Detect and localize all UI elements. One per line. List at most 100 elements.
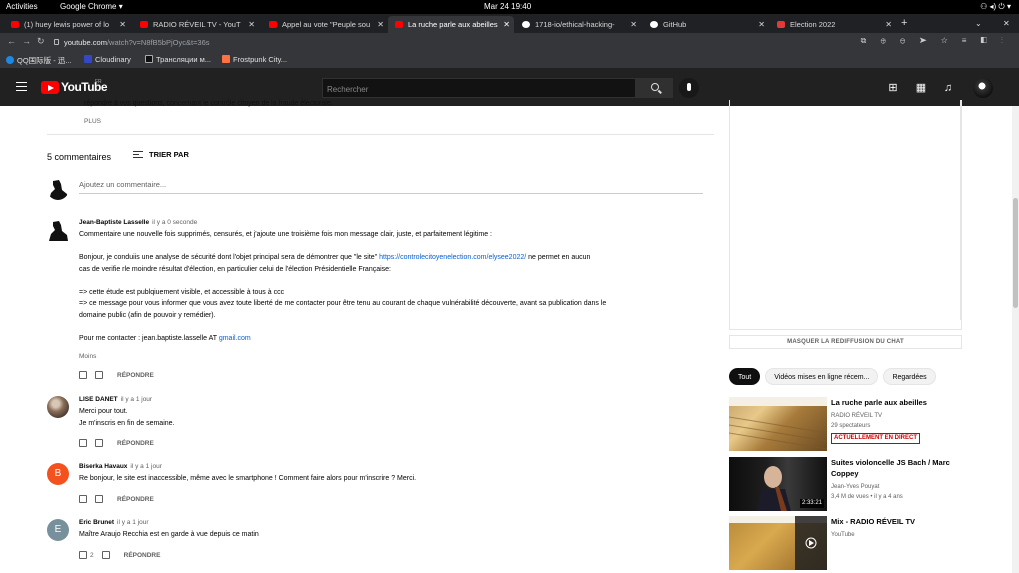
- dislike-icon[interactable]: [95, 439, 103, 447]
- close-icon[interactable]: ✕: [503, 16, 510, 33]
- dislike-icon[interactable]: [101, 551, 110, 559]
- browser-tab[interactable]: Election 2022 ✕: [770, 16, 896, 33]
- clock[interactable]: Mar 24 19:40: [484, 0, 531, 14]
- show-less-button[interactable]: Moins: [79, 353, 96, 360]
- search-icon: [651, 83, 659, 91]
- browser-tab[interactable]: GitHub ✕: [643, 16, 769, 33]
- like-icon[interactable]: [79, 371, 87, 379]
- address-input[interactable]: youtube.com/watch?v=N8fB5bPjOyc&t=36s: [64, 38, 210, 47]
- comment-author[interactable]: LISE DANET: [79, 396, 118, 403]
- close-icon[interactable]: ✕: [885, 16, 892, 33]
- browser-tab[interactable]: RADIO RÉVEIL TV - YouT ✕: [133, 16, 259, 33]
- tv-icon: [145, 55, 153, 63]
- back-icon[interactable]: ←: [7, 36, 16, 46]
- video-title[interactable]: Mix - RADIO RÉVEIL TV: [831, 516, 951, 527]
- search-box[interactable]: [322, 78, 636, 99]
- chip-recent[interactable]: Vidéos mises en ligne récem...: [765, 368, 879, 385]
- browser-tab[interactable]: Appel au vote "Peuple sou ✕: [262, 16, 388, 33]
- like-icon[interactable]: [79, 551, 87, 559]
- video-thumbnail[interactable]: [729, 516, 827, 570]
- bookmark[interactable]: Cloudinary: [84, 55, 131, 64]
- comment-avatar[interactable]: B: [47, 463, 69, 485]
- app-menu[interactable]: Google Chrome ▾: [60, 0, 123, 14]
- like-icon[interactable]: [79, 439, 87, 447]
- hide-chat-button[interactable]: MASQUER LA REDIFFUSION DU CHAT: [729, 335, 962, 349]
- dislike-icon[interactable]: [95, 495, 103, 503]
- reply-button[interactable]: RÉPONDRE: [124, 552, 161, 559]
- github-icon: [522, 21, 530, 28]
- dislike-icon[interactable]: [95, 371, 103, 379]
- video-thumbnail[interactable]: 2:33:21: [729, 457, 827, 511]
- channel-name[interactable]: RADIO RÉVEIL TV: [831, 411, 882, 421]
- tab-search-icon[interactable]: ⌄: [975, 14, 982, 33]
- reply-button[interactable]: RÉPONDRE: [117, 440, 154, 447]
- comment-author[interactable]: Biserka Havaux: [79, 463, 127, 470]
- comment-avatar[interactable]: [47, 219, 69, 241]
- comment-time[interactable]: il y a 1 jour: [130, 463, 161, 470]
- bookmark[interactable]: Frostpunk City...: [222, 55, 287, 64]
- video-title[interactable]: Suites violoncelle JS Bach / Marc Coppey: [831, 457, 951, 479]
- reply-button[interactable]: RÉPONDRE: [117, 496, 154, 503]
- video-thumbnail[interactable]: [729, 397, 827, 451]
- comment-text: Maître Araujo Recchia est en garde à vue…: [79, 531, 259, 538]
- youtube-play-icon: [41, 81, 59, 94]
- election-icon: [777, 21, 785, 28]
- sidebar: MASQUER LA REDIFFUSION DU CHAT Tout Vidéo…: [729, 100, 1019, 573]
- close-icon[interactable]: ✕: [758, 16, 765, 33]
- bookmark[interactable]: Трансляции м...: [145, 55, 211, 64]
- close-icon[interactable]: ✕: [630, 16, 637, 33]
- browser-tab[interactable]: 1718-io/ethical-hacking- ✕: [515, 16, 641, 33]
- comment-avatar[interactable]: E: [47, 519, 69, 541]
- recommended-video[interactable]: Mix - RADIO RÉVEIL TV YouTube: [729, 516, 1019, 570]
- close-icon[interactable]: ✕: [377, 16, 384, 33]
- create-icon[interactable]: ⊞: [886, 81, 900, 95]
- apps-icon[interactable]: ▦: [914, 81, 928, 95]
- comment-author[interactable]: Jean-Baptiste Lasselle: [79, 219, 149, 226]
- scrollbar-thumb[interactable]: [1013, 198, 1018, 308]
- comment-link[interactable]: https://controlecitoyenelection.com/elys…: [379, 254, 526, 261]
- comment-time[interactable]: il y a 1 jour: [121, 396, 152, 403]
- like-icon[interactable]: [79, 495, 87, 503]
- recommended-video[interactable]: La ruche parle aux abeilles RADIO RÉVEIL…: [729, 397, 1019, 451]
- sort-button[interactable]: TRIER PAR: [133, 150, 189, 159]
- chip-all[interactable]: Tout: [729, 368, 761, 385]
- email-link[interactable]: gmail.com: [219, 335, 251, 342]
- search-button[interactable]: [636, 78, 673, 98]
- frostpunk-icon: [222, 55, 230, 63]
- comment-time[interactable]: il y a 1 jour: [117, 519, 148, 526]
- search-input[interactable]: [323, 80, 635, 99]
- comment-text: Merci pour tout. Je m'inscris en fin de …: [79, 408, 175, 427]
- tab-label: RADIO RÉVEIL TV - YouT: [153, 20, 241, 29]
- menu-icon[interactable]: [16, 82, 27, 91]
- page-scrollbar[interactable]: [1012, 106, 1019, 573]
- live-badge: ACTUELLEMENT EN DIRECT: [831, 433, 920, 444]
- bookmark[interactable]: QQ国际版 - 迅...: [6, 55, 72, 66]
- add-comment-input[interactable]: Ajoutez un commentaire...: [79, 178, 703, 194]
- tab-label: Appel au vote "Peuple sou: [282, 20, 371, 29]
- show-more-button[interactable]: PLUS: [84, 118, 101, 125]
- close-window-icon[interactable]: ✕: [1003, 14, 1010, 33]
- new-tab-button[interactable]: +: [901, 14, 907, 33]
- recommended-video[interactable]: 2:33:21 Suites violoncelle JS Bach / Mar…: [729, 457, 1019, 511]
- browser-tab-active[interactable]: La ruche parle aux abeilles ✕: [388, 16, 514, 33]
- comment-author[interactable]: Eric Brunet: [79, 519, 114, 526]
- account-avatar[interactable]: [973, 78, 993, 98]
- chip-watched[interactable]: Regardées: [883, 368, 936, 385]
- channel-name[interactable]: Jean-Yves Pouyat: [831, 482, 879, 492]
- notifications-icon[interactable]: ♫: [941, 81, 955, 95]
- close-icon[interactable]: ✕: [119, 16, 126, 33]
- activities-button[interactable]: Activities: [6, 0, 38, 14]
- forward-icon[interactable]: →: [22, 36, 31, 46]
- comment-avatar[interactable]: [47, 396, 69, 418]
- browser-tab[interactable]: (1) huey lewis power of lo ✕: [4, 16, 130, 33]
- voice-search-icon[interactable]: [679, 78, 699, 98]
- reply-button[interactable]: RÉPONDRE: [117, 372, 154, 379]
- comment-time[interactable]: il y a 0 seconde: [152, 219, 197, 226]
- lock-icon[interactable]: [54, 39, 59, 45]
- video-title[interactable]: La ruche parle aux abeilles: [831, 397, 951, 408]
- system-tray[interactable]: ⚇ ◂) ⏻ ▾: [980, 0, 1011, 14]
- close-icon[interactable]: ✕: [248, 16, 255, 33]
- toolbar-icons[interactable]: ⧉ ⊕ ⊖ ➤ ☆ ≡ ◧ ⋮: [861, 36, 1009, 46]
- channel-name[interactable]: YouTube: [831, 530, 855, 540]
- reload-icon[interactable]: ↻: [37, 36, 45, 47]
